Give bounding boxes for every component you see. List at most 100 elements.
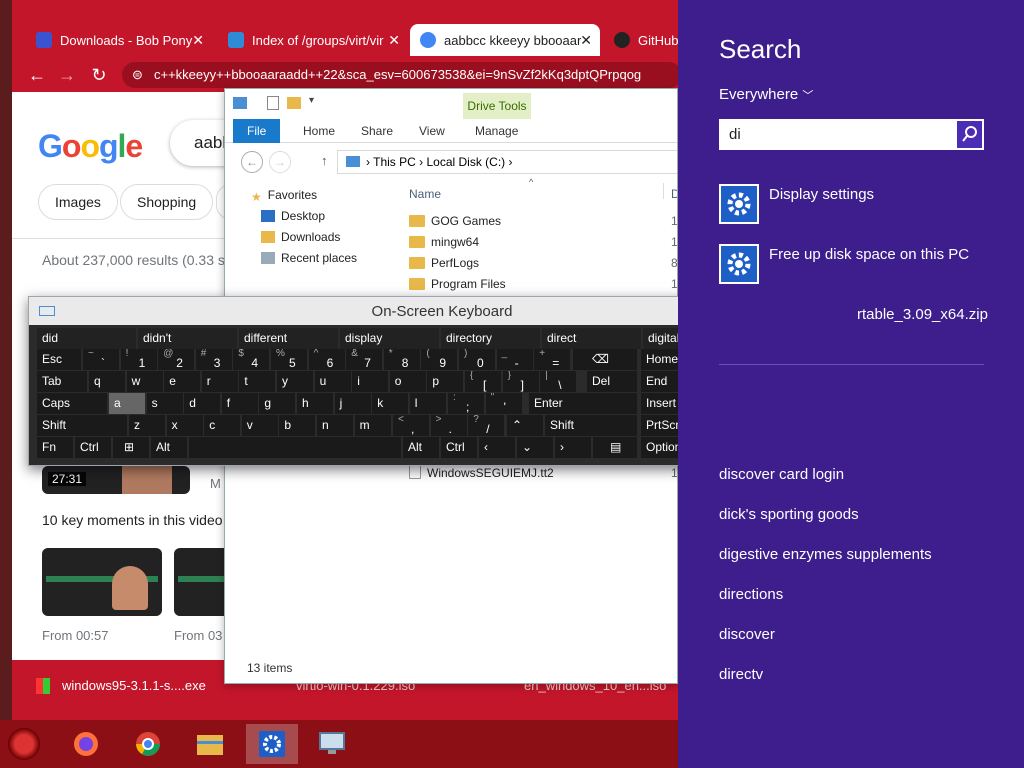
key-letter[interactable]: n [317,415,353,436]
windows-key[interactable]: ⊞ [113,437,149,458]
nav-downloads[interactable]: Downloads [261,227,340,248]
key-letter[interactable]: t [239,371,276,392]
key-symbol[interactable]: @2 [158,349,195,370]
key-symbol[interactable]: #3 [195,349,232,370]
arrow-left-key[interactable]: ‹ [479,437,515,458]
key-tab[interactable]: Tab [37,371,87,392]
key-symbol[interactable]: $4 [233,349,270,370]
suggestion-item[interactable]: discover card login [719,466,844,483]
key-del[interactable]: Del [587,371,637,392]
customize-qat-icon[interactable]: ▾ [309,95,314,106]
key-letter[interactable]: z [129,415,165,436]
key-letter[interactable]: f [221,393,258,414]
key-letter[interactable]: i [352,371,389,392]
key-letter[interactable]: r [201,371,238,392]
nav-recent-places[interactable]: Recent places [261,248,357,269]
download-item[interactable]: windows95-3.1.1-s....exe [62,678,206,693]
settings-icon[interactable] [246,724,298,764]
tab-view[interactable]: View [405,119,459,143]
tab-file[interactable]: File [233,119,281,143]
file-row[interactable]: Program Files [409,274,506,295]
tab-share[interactable]: Share [347,119,407,143]
forward-icon[interactable]: → [56,64,78,86]
site-info-icon[interactable]: ⊜ [132,62,143,88]
key-symbol[interactable]: <, [393,415,429,436]
key-symbol[interactable]: ^ 6 [308,349,345,370]
chrome-tab-downloads[interactable]: Downloads - Bob Pony ✕ [26,24,212,56]
key-letter[interactable]: o [389,371,426,392]
close-tab-icon[interactable]: ✕ [192,32,204,49]
key-letter[interactable]: u [314,371,351,392]
file-row[interactable]: mingw64 [409,232,479,253]
key-symbol[interactable]: ) 0 [459,349,495,370]
google-logo[interactable]: Google [38,128,143,165]
moment-thumbnail[interactable] [42,548,162,616]
moment-time[interactable]: From 00:57 [42,628,108,643]
nav-favorites[interactable]: ★ Favorites [251,185,317,206]
key-letter[interactable]: k [372,393,409,414]
column-header-date[interactable]: D [671,187,677,201]
key-symbol[interactable]: + = [534,349,571,370]
key-symbol[interactable]: }] [502,371,539,392]
explorer-address-bar[interactable]: › This PC › Local Disk (C:) › [337,150,677,174]
key-letter[interactable]: e [164,371,201,392]
chrome-tab-github[interactable]: GitHub [604,24,678,56]
key-symbol[interactable]: _ - [496,349,533,370]
key-enter[interactable]: Enter [529,393,637,414]
up-icon[interactable]: ↑ [321,153,328,168]
key-letter[interactable]: h [297,393,333,414]
key-letter[interactable]: l [409,393,446,414]
prediction-word[interactable]: directory [441,328,540,349]
key-letter[interactable]: p [427,371,464,392]
result-free-disk-space[interactable]: Free up disk space on this PC [769,246,969,263]
key-fn[interactable]: Fn [37,437,73,458]
suggestion-item[interactable]: directions [719,586,783,603]
firefox-icon[interactable] [60,724,112,764]
tab-manage[interactable]: Manage [461,119,532,143]
search-scope-dropdown[interactable]: Everywhere ﹀ [719,86,813,103]
arrow-right-key[interactable]: › [555,437,591,458]
key-letter[interactable]: a [109,393,145,414]
close-tab-icon[interactable]: ✕ [388,32,400,49]
key-alt[interactable]: Alt [151,437,187,458]
key-symbol[interactable]: ! 1 [120,349,157,370]
key-letter[interactable]: s [146,393,183,414]
key-letter[interactable]: d [184,393,221,414]
chrome-icon[interactable] [122,724,174,764]
video-thumbnail[interactable]: 27:31 [42,466,190,494]
key-letter[interactable]: x [166,415,203,436]
key-esc[interactable]: Esc [37,349,81,370]
file-row[interactable]: GOG Games [409,211,501,232]
remote-desktop-icon[interactable] [306,724,358,764]
key-caps[interactable]: Caps [37,393,107,414]
suggestion-item[interactable]: digestive enzymes supplements [719,546,932,563]
back-icon[interactable]: ← [241,151,263,173]
key-symbol[interactable]: % 5 [271,349,307,370]
new-folder-icon[interactable] [287,97,301,109]
key-shift-left[interactable]: Shift [37,415,127,436]
search-input[interactable]: di [719,119,955,150]
prediction-word[interactable]: didn't [138,328,237,349]
forward-icon[interactable]: → [269,151,291,173]
key-letter[interactable]: j [334,393,371,414]
suggestion-item[interactable]: dick's sporting goods [719,506,859,523]
prediction-word[interactable]: did [37,328,136,349]
address-bar[interactable]: ⊜ c++kkeeyy++bbooaaraadd++22&sca_esv=600… [122,62,678,88]
key-ctrl[interactable]: Ctrl [441,437,477,458]
moment-time[interactable]: From 03 [174,628,222,643]
suggestion-item[interactable]: directv [719,666,763,683]
nav-desktop[interactable]: Desktop [261,206,325,227]
prediction-word[interactable]: different [239,328,338,349]
key-symbol[interactable]: (9 [421,349,458,370]
key-symbol[interactable]: * 8 [383,349,420,370]
key-symbol[interactable]: {[ [465,371,501,392]
chip-images[interactable]: Images [38,184,118,220]
properties-icon[interactable] [267,96,279,110]
key-alt[interactable]: Alt [403,437,439,458]
key-letter[interactable]: g [259,393,296,414]
column-header-name[interactable]: Name [409,187,441,201]
key-letter[interactable]: b [279,415,316,436]
key-letter[interactable]: y [277,371,313,392]
key-letter[interactable]: w [126,371,163,392]
key-symbol[interactable]: | \ [540,371,577,392]
